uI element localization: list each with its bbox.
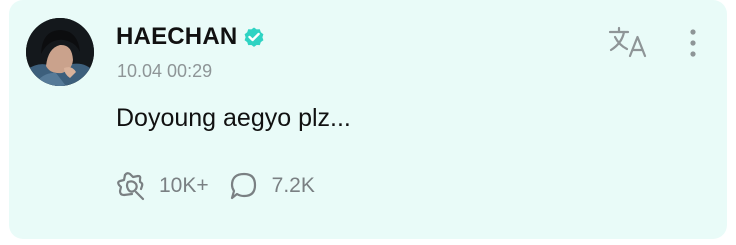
like-stat[interactable]: 10K+ [114,169,209,203]
comment-stat[interactable]: 7.2K [227,169,315,203]
post-card[interactable]: HAECHAN 10.04 00:29 Doyoung aegyo plz... [9,0,727,239]
post-timestamp: 10.04 00:29 [117,61,213,81]
like-count: 10K+ [159,174,209,197]
translate-button[interactable] [607,25,651,61]
more-vertical-icon [690,29,696,57]
post-text: Doyoung aegyo plz... [116,104,351,132]
comment-icon [227,169,261,203]
translate-icon [608,26,647,58]
author-row: HAECHAN [116,20,266,54]
avatar-image [26,18,94,86]
post-stats: 10K+ 7.2K [114,168,315,204]
verified-badge-icon [242,25,266,49]
author-name[interactable]: HAECHAN [116,23,237,51]
like-icon [114,169,148,203]
avatar[interactable] [26,18,94,86]
comment-count: 7.2K [271,174,315,197]
more-options-button[interactable] [681,24,705,64]
